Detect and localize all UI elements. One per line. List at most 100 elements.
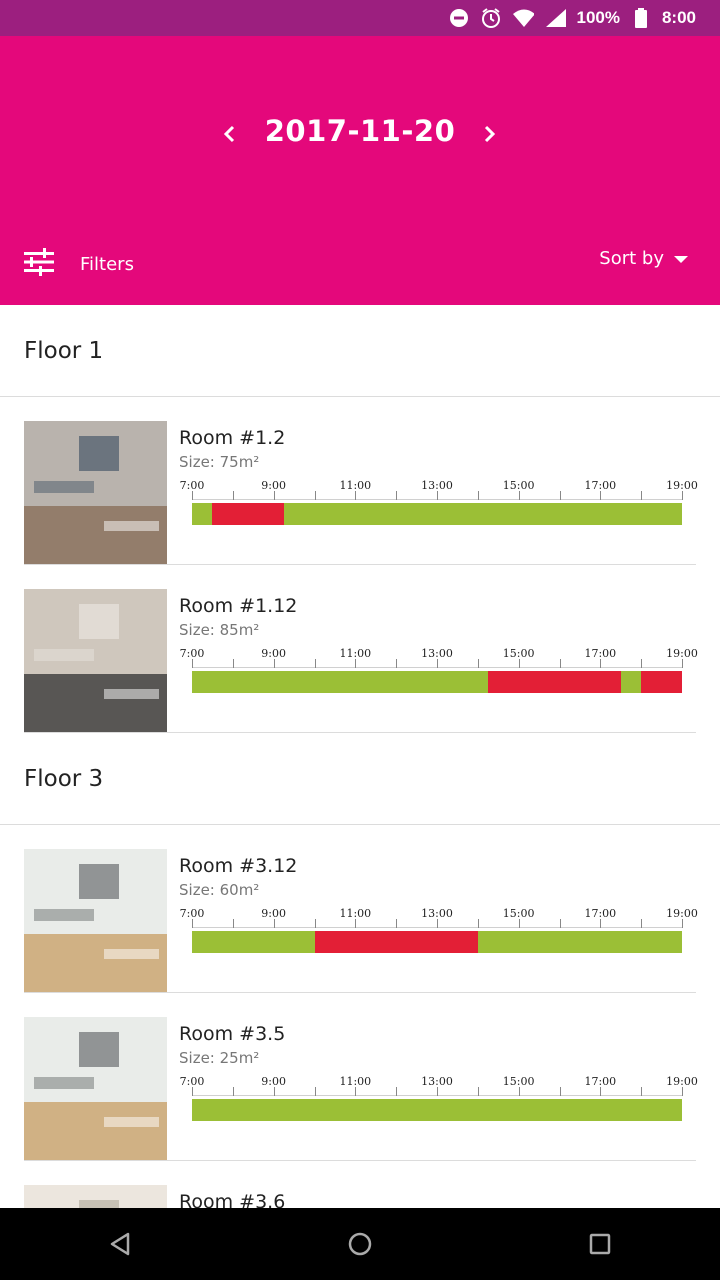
tick-mark [355,659,357,668]
tick-mark [641,919,643,928]
filters-button[interactable]: Filters [24,248,134,280]
sort-by-dropdown[interactable]: Sort by [599,248,688,269]
booked-segment[interactable] [212,503,284,525]
room-item[interactable]: Room #3.5 Size: 25m² 7:00 9:00 11:00 13:00 15:… [24,993,698,1161]
tick-mark [559,659,561,668]
battery-percent: 100% [576,8,620,27]
tick-mark [273,1087,275,1096]
do-not-disturb-icon [448,7,470,29]
tick-mark [600,919,602,928]
tick-mark [437,659,438,668]
tick-mark [641,659,643,668]
tick-mark [314,659,316,668]
availability-timeline: 7:00 9:00 11:00 13:00 15:00 17:00 19:00 [179,475,698,535]
room-size: Size: 85m² [179,621,260,639]
tick-mark [192,919,193,928]
previous-day-button[interactable] [214,118,246,150]
home-circle-icon [348,1232,372,1256]
tick-mark [477,659,479,668]
tick-mark [396,919,398,928]
status-bar: 100% 8:00 [0,0,720,36]
chevron-left-icon [223,125,235,143]
room-size: Size: 75m² [179,453,260,471]
tick-mark [192,659,193,668]
clock: 8:00 [661,8,696,27]
tick-mark [355,491,357,500]
tick-mark [273,659,275,668]
availability-bar[interactable] [192,671,682,693]
wifi-icon [512,7,535,29]
tick-mark [192,491,193,500]
booked-segment[interactable] [641,671,682,693]
room-name: Room #3.6 [179,1191,286,1208]
availability-bar[interactable] [192,503,682,525]
floor-header: Floor 1 [0,305,720,397]
floor-header: Floor 3 [0,733,720,825]
date-navigator: 2017-11-20 [0,114,720,154]
tick-mark [559,919,561,928]
room-photo [24,849,167,992]
tick-mark [682,1087,683,1096]
home-button[interactable] [336,1220,384,1268]
room-name: Room #3.12 [179,855,298,877]
navigation-bar [0,1208,720,1280]
room-size: Size: 60m² [179,881,260,899]
availability-timeline: 7:00 9:00 11:00 13:00 15:00 17:00 19:00 [179,903,698,963]
room-item[interactable]: Room #1.2 Size: 75m² 7:00 9:00 11:00 13:00 15:… [24,397,698,565]
availability-bar[interactable] [192,931,682,953]
tick-mark [518,491,520,500]
tick-mark [641,1087,643,1096]
tick-mark [232,1087,234,1096]
signal-icon [544,7,567,29]
battery-icon [630,7,652,29]
tick-mark [314,1087,316,1096]
tick-mark [477,491,479,500]
sort-by-label: Sort by [599,248,664,269]
tick-mark [314,491,316,500]
availability-timeline: 7:00 9:00 11:00 13:00 15:00 17:00 19:00 [179,1071,698,1131]
tick-mark [477,1087,479,1096]
room-name: Room #1.12 [179,595,298,617]
tick-mark [396,1087,398,1096]
tick-mark [273,919,275,928]
tick-mark [600,659,602,668]
tick-mark [273,491,275,500]
tick-mark [396,659,398,668]
room-photo [24,421,167,564]
next-day-button[interactable] [473,118,505,150]
tick-mark [477,919,479,928]
tick-mark [600,491,602,500]
current-date[interactable]: 2017-11-20 [260,114,460,148]
chevron-right-icon [484,125,496,143]
tick-mark [355,919,357,928]
tick-mark [192,1087,193,1096]
tick-mark [355,1087,357,1096]
tick-mark [682,919,683,928]
room-item[interactable]: Room #3.12 Size: 60m² 7:00 9:00 11:00 13:00 15… [24,825,698,993]
room-photo [24,589,167,732]
tick-mark [559,491,561,500]
tick-mark [518,659,520,668]
tick-mark [232,659,234,668]
booked-segment[interactable] [314,931,478,953]
booked-segment[interactable] [488,671,621,693]
room-photo [24,1017,167,1160]
recents-button[interactable] [576,1220,624,1268]
room-item[interactable]: Room #1.12 Size: 85m² 7:00 9:00 11:00 13:00 15… [24,565,698,733]
tick-mark [437,491,438,500]
room-item[interactable]: Room #3.67:009:0011:0013:0015:0017:0019:… [24,1161,696,1208]
back-button[interactable] [96,1220,144,1268]
availability-bar[interactable] [192,1099,682,1121]
tick-mark [682,491,683,500]
tick-mark [600,1087,602,1096]
tune-icon [24,248,54,280]
tick-mark [232,491,234,500]
tick-mark [232,919,234,928]
back-triangle-icon [110,1232,130,1256]
room-size: Size: 25m² [179,1049,260,1067]
tick-mark [437,919,438,928]
room-photo [24,1185,167,1208]
room-list[interactable]: Floor 1 Room #1.2 Size: 75m² 7:00 9:00 11:00 1… [0,305,720,1208]
tick-mark [518,1087,520,1096]
tick-mark [396,491,398,500]
